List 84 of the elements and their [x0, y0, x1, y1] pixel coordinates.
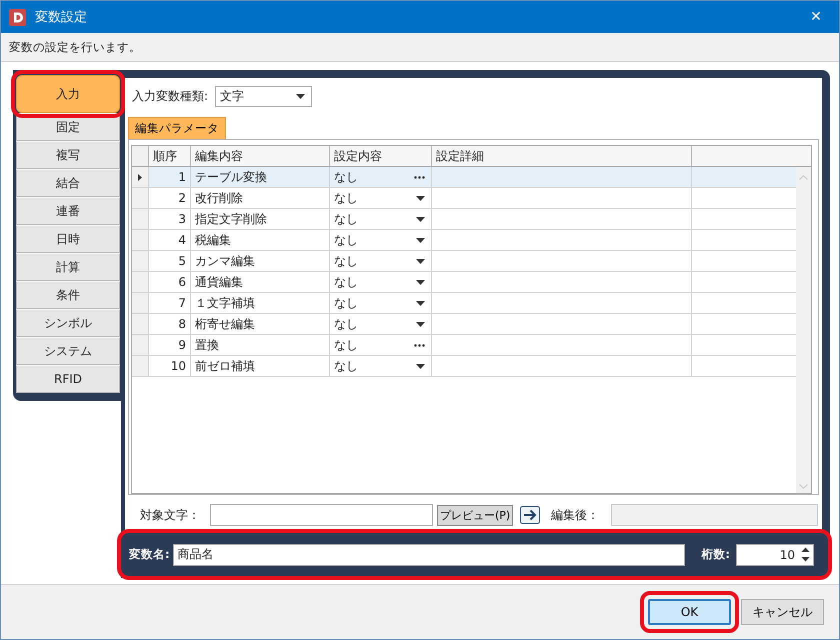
close-button[interactable]: ✕ — [793, 1, 839, 33]
digits-label: 桁数: — [701, 547, 730, 562]
table-cell: なし — [334, 210, 358, 228]
nav-tab[interactable]: 条件 — [16, 281, 120, 309]
tab[interactable]: 編集パラメータ — [128, 117, 226, 139]
table-cell: 通貨編集 — [191, 272, 330, 292]
row-pointer-icon — [138, 174, 142, 180]
table-cell: カンマ編集 — [191, 251, 330, 271]
arrow-right-icon[interactable] — [520, 506, 540, 524]
table-row[interactable]: 4 税編集 なし — [132, 230, 796, 251]
table-cell: なし — [334, 168, 358, 186]
table-cell: 置換 — [191, 335, 330, 355]
caret-icon[interactable] — [416, 300, 425, 306]
nav-tab[interactable]: RFID — [16, 365, 120, 393]
caret-icon[interactable] — [416, 280, 425, 284]
input-type-label: 入力変数種類: — [132, 88, 208, 105]
table-cell: 1 — [149, 167, 191, 187]
table-row[interactable]: 8 桁寄せ編集 なし — [132, 314, 796, 335]
preview-button[interactable]: プレビュー(P) — [437, 504, 514, 526]
table-cell: 前ゼロ補填 — [191, 356, 330, 376]
table-cell: なし — [334, 358, 358, 374]
caret-icon[interactable] — [416, 196, 425, 200]
table-cell: 桁寄せ編集 — [191, 314, 330, 334]
table-cell: なし — [334, 336, 358, 354]
column-header: 順序 — [149, 146, 191, 166]
row-header[interactable] — [132, 167, 149, 187]
column-header: 設定詳細 — [432, 146, 692, 166]
table-row[interactable]: 3 指定文字削除 なし — [132, 209, 796, 230]
result-label: 編集後： — [551, 506, 600, 524]
target-text-label: 対象文字： — [140, 506, 201, 524]
dialog-button[interactable]: キャンセル — [741, 599, 824, 625]
nav-tab[interactable]: システム — [16, 337, 120, 365]
table-cell: 指定文字削除 — [191, 209, 330, 229]
nav-tab[interactable]: 日時 — [16, 225, 120, 253]
table-cell: 7 — [149, 293, 191, 313]
column-header: 編集内容 — [191, 146, 330, 166]
table-cell: 8 — [149, 314, 191, 334]
table-cell: なし — [334, 316, 358, 332]
caret-icon[interactable] — [416, 238, 425, 242]
nav-tab[interactable]: 結合 — [16, 169, 120, 197]
table-cell: 2 — [149, 188, 191, 208]
caret-icon[interactable] — [416, 364, 425, 368]
input-type-dropdown[interactable]: 文字 — [215, 86, 312, 107]
nav-tab[interactable]: シンボル — [16, 309, 120, 337]
spin-arrows-icon[interactable] — [801, 546, 810, 563]
app-logo-icon — [9, 8, 26, 26]
caret-icon[interactable] — [416, 258, 425, 264]
table-row[interactable]: 7 １文字補填 なし — [132, 293, 796, 314]
table-cell: 5 — [149, 251, 191, 271]
table-cell: なし — [334, 190, 358, 206]
caret-icon[interactable] — [416, 216, 425, 222]
table-row[interactable]: 9 置換 なし — [132, 335, 796, 356]
table-cell: 改行削除 — [191, 188, 330, 208]
column-header: 設定内容 — [330, 146, 432, 166]
table-row[interactable]: 1 テーブル変換 なし — [132, 167, 796, 188]
nav-tab[interactable]: 計算 — [16, 253, 120, 281]
caret-icon — [296, 94, 306, 99]
variable-name-label: 変数名: — [129, 547, 170, 562]
nav-tab[interactable]: 複写 — [16, 141, 120, 169]
table-cell: 3 — [149, 209, 191, 229]
table-row[interactable]: 10 前ゼロ補填 なし — [132, 356, 796, 377]
description-text: 変数の設定を行います。 — [9, 40, 141, 54]
table-cell: テーブル変換 — [191, 167, 330, 187]
caret-icon[interactable] — [416, 322, 425, 326]
variable-name-field[interactable]: 商品名 — [172, 544, 686, 566]
table-cell: 4 — [149, 230, 191, 250]
table-cell: なし — [334, 252, 358, 270]
table-row[interactable]: 5 カンマ編集 なし — [132, 251, 796, 272]
table-cell: なし — [334, 294, 358, 312]
window-title: 変数設定 — [35, 9, 87, 26]
ellipsis-icon[interactable] — [414, 344, 425, 346]
table-cell: 税編集 — [191, 230, 330, 250]
table-row[interactable]: 2 改行削除 なし — [132, 188, 796, 209]
digits-spinner[interactable]: 10 — [736, 544, 814, 566]
nav-tab[interactable]: 連番 — [16, 197, 120, 225]
table-row[interactable]: 6 通貨編集 なし — [132, 272, 796, 293]
table-cell: なし — [334, 232, 358, 248]
table-cell: なし — [334, 274, 358, 290]
table-cell: 6 — [149, 272, 191, 292]
target-text-field[interactable] — [210, 504, 433, 526]
table-cell: 9 — [149, 335, 191, 355]
ellipsis-icon[interactable] — [414, 176, 425, 178]
table-cell: １文字補填 — [191, 293, 330, 313]
table-cell: 10 — [149, 356, 191, 376]
